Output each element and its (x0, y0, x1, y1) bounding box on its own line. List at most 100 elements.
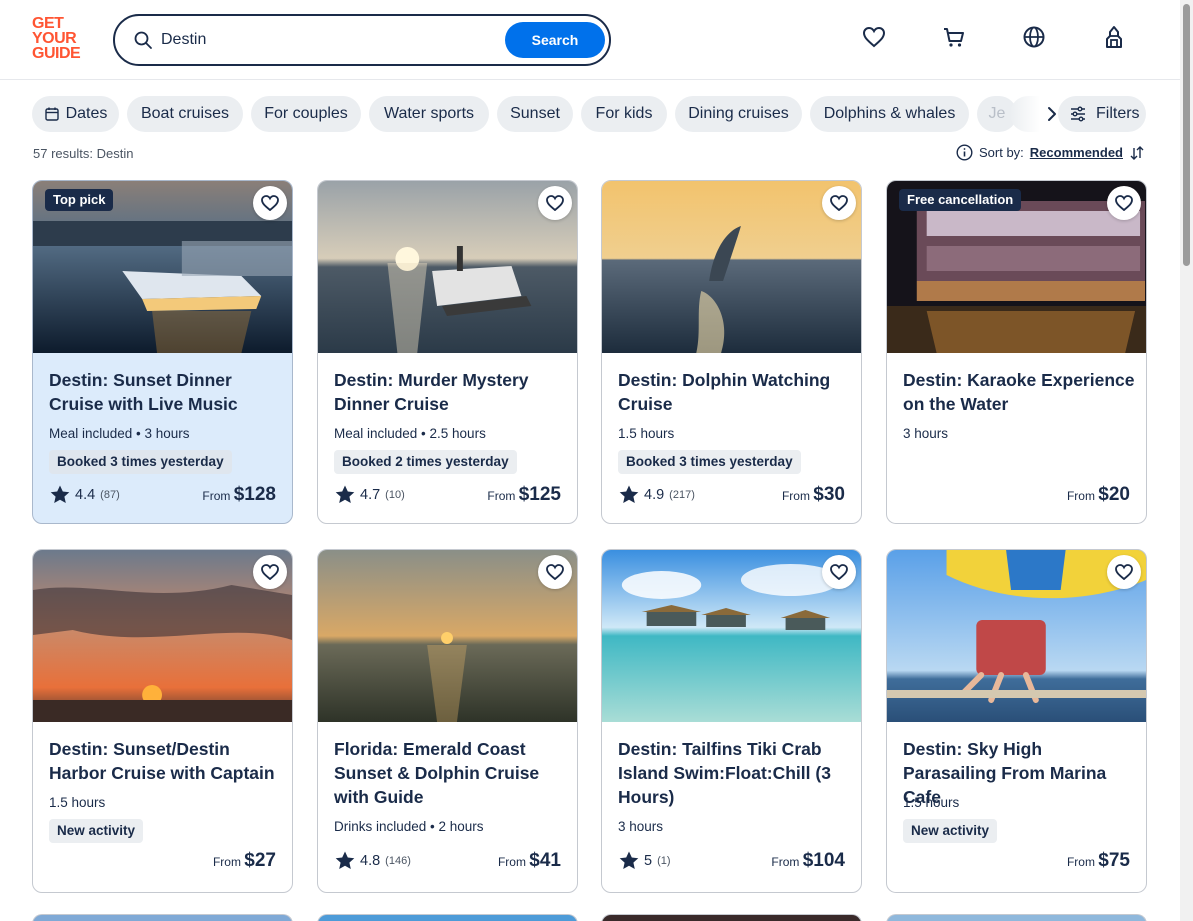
price-value: $125 (518, 484, 561, 505)
heart-icon (1115, 564, 1133, 580)
profile-icon[interactable] (1101, 24, 1127, 50)
heart-icon (830, 195, 848, 211)
booked-tag: Booked 3 times yesterday (49, 450, 232, 474)
scrollbar[interactable] (1180, 0, 1193, 921)
activity-meta: Drinks included • 2 hours (334, 819, 484, 834)
wishlist-button[interactable] (538, 555, 572, 589)
activity-card[interactable]: Florida: Emerald Coast Sunset & Dolphin … (317, 549, 578, 893)
booked-tag: Booked 3 times yesterday (618, 450, 801, 474)
wishlist-button[interactable] (822, 186, 856, 220)
review-count: (217) (669, 488, 695, 501)
language-globe-icon[interactable] (1021, 24, 1047, 50)
results-count: 57 results: Destin (33, 146, 134, 161)
chip-dolphins-whales[interactable]: Dolphins & whales (810, 96, 969, 132)
price-value: $30 (813, 484, 845, 505)
activity-card[interactable]: Destin: Sunset/Destin Harbor Cruise with… (32, 549, 293, 893)
activity-card-peek[interactable] (32, 914, 293, 921)
rating: 4.8 (146) (335, 851, 411, 870)
chip-for-couples[interactable]: For couples (251, 96, 361, 132)
rating: 4.9 (217) (619, 485, 695, 504)
booked-tag: Booked 2 times yesterday (334, 450, 517, 474)
price: From $30 (782, 484, 845, 506)
filter-chips-bar: Dates Boat cruises For couples Water spo… (32, 96, 1148, 132)
rating-value: 4.9 (644, 486, 665, 503)
price: From $104 (771, 850, 845, 872)
chip-sunset[interactable]: Sunset (497, 96, 573, 132)
search-button[interactable]: Search (505, 22, 605, 58)
scrollbar-thumb[interactable] (1183, 4, 1190, 266)
price-value: $104 (802, 850, 845, 871)
getyourguide-logo[interactable]: GET YOUR GUIDE (32, 16, 92, 64)
rating: 4.7 (10) (335, 485, 405, 504)
activity-title[interactable]: Destin: Sunset/Destin Harbor Cruise with… (49, 737, 281, 785)
activity-card-peek[interactable] (317, 914, 578, 921)
price-from: From (1066, 489, 1095, 503)
wishlist-button[interactable] (822, 555, 856, 589)
chip-dining-cruises[interactable]: Dining cruises (675, 96, 802, 132)
logo-line-1: GET (32, 15, 64, 32)
rating: 5 (1) (619, 851, 671, 870)
info-icon[interactable] (956, 144, 973, 161)
wishlist-button[interactable] (538, 186, 572, 220)
activity-card[interactable]: Destin: Tailfins Tiki Crab Island Swim:F… (601, 549, 862, 893)
chip-dates[interactable]: Dates (32, 96, 119, 132)
activity-title[interactable]: Destin: Murder Mystery Dinner Cruise (334, 368, 566, 416)
chip-water-sports[interactable]: Water sports (369, 96, 489, 132)
sort-control[interactable]: Sort by: Recommended (956, 144, 1145, 161)
filters-button[interactable]: Filters (1058, 96, 1146, 132)
activity-meta: Meal included • 2.5 hours (334, 426, 486, 441)
price: From $20 (1067, 484, 1130, 506)
chip-boat-cruises[interactable]: Boat cruises (127, 96, 243, 132)
filters-label: Filters (1096, 105, 1140, 122)
price: From $128 (202, 484, 276, 506)
activity-card[interactable]: Top pick Destin: Sunset Dinner Cruise wi… (32, 180, 293, 524)
activity-meta: Meal included • 3 hours (49, 426, 190, 441)
chip-for-kids[interactable]: For kids (581, 96, 667, 132)
activity-title[interactable]: Destin: Dolphin Watching Cruise (618, 368, 850, 416)
review-count: (146) (385, 854, 411, 867)
rating-value: 4.4 (75, 486, 96, 503)
activity-card-peek[interactable] (886, 914, 1147, 921)
star-icon (619, 485, 639, 503)
price-from: From (781, 489, 810, 503)
activity-title[interactable]: Florida: Emerald Coast Sunset & Dolphin … (334, 737, 566, 809)
wishlist-button[interactable] (1107, 186, 1141, 220)
sort-arrows-icon[interactable] (1129, 145, 1145, 161)
star-icon (50, 485, 70, 503)
price-value: $41 (529, 850, 561, 871)
rating-value: 4.8 (360, 852, 381, 869)
wishlist-heart-icon[interactable] (861, 24, 887, 50)
activity-card-peek[interactable] (601, 914, 862, 921)
activity-card[interactable]: Destin: Murder Mystery Dinner Cruise Mea… (317, 180, 578, 524)
sort-label: Sort by: (979, 145, 1024, 160)
price-from: From (202, 489, 231, 503)
rating: 4.4 (87) (50, 485, 120, 504)
review-count: (1) (657, 854, 671, 867)
review-count: (87) (100, 488, 120, 501)
free-cancellation-badge: Free cancellation (899, 189, 1022, 211)
heart-icon (261, 195, 279, 211)
cart-icon[interactable] (941, 24, 967, 50)
activity-title[interactable]: Destin: Karaoke Experience on the Water (903, 368, 1135, 416)
activity-card[interactable]: Free cancellation Destin: Karaoke Experi… (886, 180, 1147, 524)
heart-icon (546, 195, 564, 211)
search-input[interactable] (161, 26, 461, 54)
activity-meta: 1.5 hours (618, 426, 675, 441)
price: From $41 (498, 850, 561, 872)
new-activity-tag: New activity (903, 819, 998, 843)
activity-card[interactable]: Destin: Dolphin Watching Cruise 1.5 hour… (601, 180, 862, 524)
wishlist-button[interactable] (253, 555, 287, 589)
wishlist-button[interactable] (253, 186, 287, 220)
star-icon (335, 485, 355, 503)
activity-card[interactable]: Destin: Sky High Parasailing From Marina… (886, 549, 1147, 893)
activity-title[interactable]: Destin: Tailfins Tiki Crab Island Swim:F… (618, 737, 850, 809)
activity-title[interactable]: Destin: Sunset Dinner Cruise with Live M… (49, 368, 281, 416)
price-from: From (497, 855, 526, 869)
top-pick-badge: Top pick (45, 189, 114, 211)
sort-value[interactable]: Recommended (1030, 145, 1123, 160)
heart-icon (830, 564, 848, 580)
wishlist-button[interactable] (1107, 555, 1141, 589)
price-value: $20 (1098, 484, 1130, 505)
price-value: $27 (244, 850, 276, 871)
star-icon (335, 851, 355, 869)
